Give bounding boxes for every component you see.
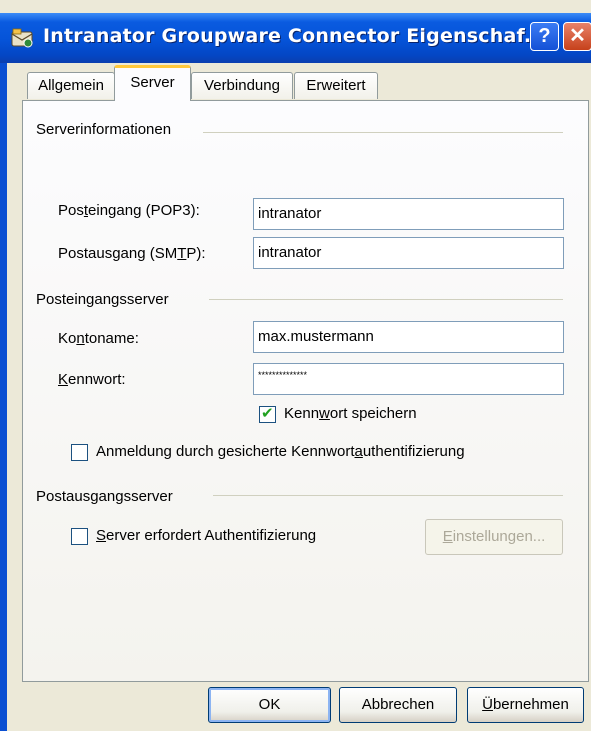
- tab-label: Verbindung: [204, 77, 280, 94]
- server-auth-checkbox[interactable]: [71, 528, 88, 545]
- tab-erweitert[interactable]: Erweitert: [294, 72, 378, 99]
- tab-label: Erweitert: [306, 77, 366, 94]
- account-name-input[interactable]: max.mustermann: [253, 321, 564, 353]
- tab-strip: Allgemein Server Verbindung Erweitert: [0, 63, 591, 103]
- outgoing-label: Postausgang (SMTP):: [58, 245, 206, 262]
- properties-dialog: Intranator Groupware Connector Eigenscha…: [0, 0, 591, 731]
- cancel-button[interactable]: Abbrechen: [339, 687, 457, 723]
- save-password-label[interactable]: Kennwort speichern: [284, 405, 417, 422]
- help-button[interactable]: ?: [530, 22, 559, 51]
- spa-checkbox[interactable]: [71, 444, 88, 461]
- tab-label: Allgemein: [38, 77, 104, 94]
- window-title: Intranator Groupware Connector Eigenscha…: [43, 25, 547, 47]
- tab-server[interactable]: Server: [114, 65, 191, 101]
- group-divider: [209, 299, 563, 300]
- incoming-server-input[interactable]: intranator: [253, 198, 564, 230]
- help-icon: ?: [538, 25, 551, 47]
- password-label: Kennwort:: [58, 371, 126, 388]
- save-password-checkbox[interactable]: [259, 404, 276, 423]
- group-label-outgoing-server: Postausgangsserver: [36, 488, 173, 505]
- server-tab-panel: Serverinformationen Posteingang (POP3): …: [22, 100, 589, 682]
- apply-button[interactable]: Übernehmen: [467, 687, 584, 723]
- server-auth-label[interactable]: Server erfordert Authentifizierung: [96, 527, 316, 544]
- account-name-label: Kontoname:: [58, 330, 139, 347]
- window-frame-left: [0, 63, 7, 731]
- tab-allgemein[interactable]: Allgemein: [27, 72, 115, 99]
- close-icon: ✕: [569, 25, 586, 47]
- tab-verbindung[interactable]: Verbindung: [191, 72, 293, 99]
- incoming-label: Posteingang (POP3):: [58, 202, 200, 219]
- group-label-server-info: Serverinformationen: [36, 121, 172, 138]
- mail-account-icon: [11, 28, 33, 48]
- group-divider: [203, 132, 563, 133]
- password-input[interactable]: **************: [253, 363, 564, 395]
- spa-label[interactable]: Anmeldung durch gesicherte Kennwortauthe…: [96, 443, 465, 460]
- ok-button[interactable]: OK: [208, 687, 331, 723]
- outgoing-server-input[interactable]: intranator: [253, 237, 564, 269]
- settings-button[interactable]: Einstellungen...: [425, 519, 563, 555]
- tab-label: Server: [130, 74, 175, 91]
- close-button[interactable]: ✕: [563, 22, 591, 51]
- group-divider: [213, 495, 563, 496]
- group-label-incoming-server: Posteingangsserver: [36, 291, 169, 308]
- title-bar[interactable]: Intranator Groupware Connector Eigenscha…: [0, 13, 591, 63]
